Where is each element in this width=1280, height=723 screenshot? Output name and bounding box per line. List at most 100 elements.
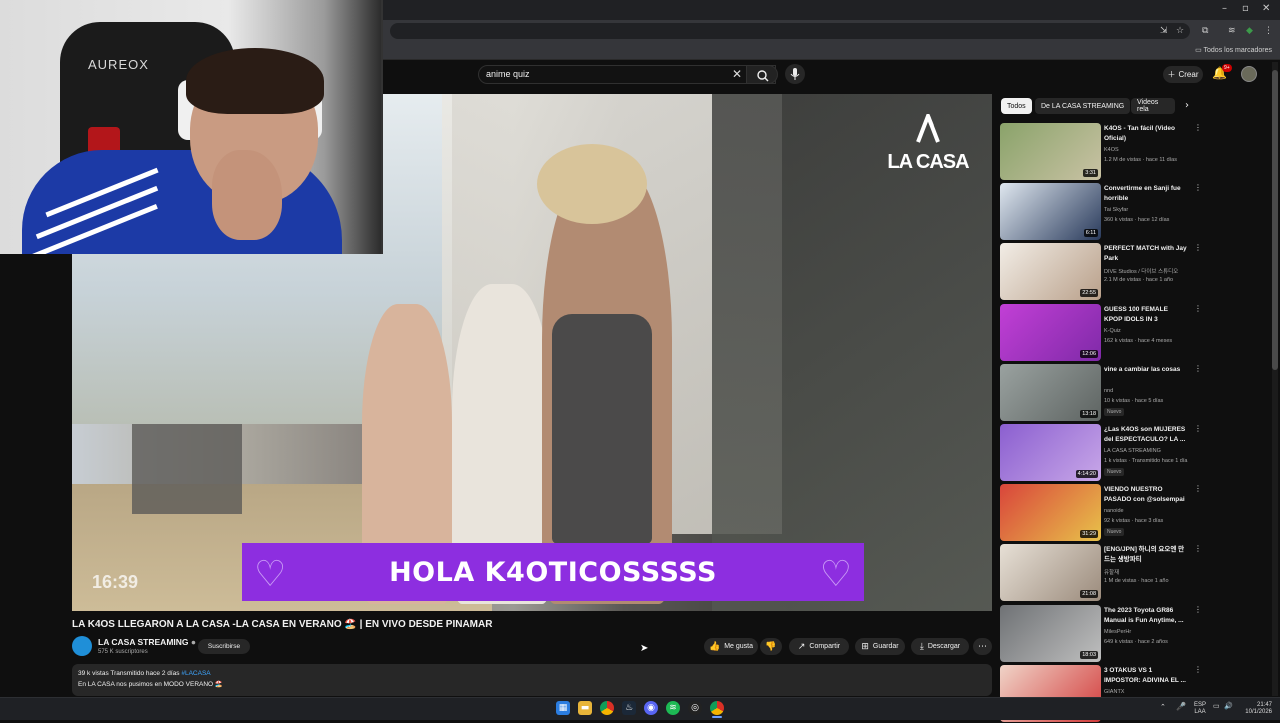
discord-icon[interactable]: ◉ [644, 701, 658, 715]
recommended-channel[interactable]: nanoide [1104, 508, 1124, 514]
more-options-icon[interactable]: ⋮ [1194, 243, 1202, 252]
la-casa-logo-text: LA CASA [887, 151, 969, 173]
recommended-title[interactable]: PERFECT MATCH with Jay Park [1104, 244, 1188, 264]
tray-overflow-icon[interactable]: ⌃ [1160, 704, 1166, 711]
recommended-title[interactable]: 3 OTAKUS VS 1 IMPOSTOR: ADIVINA EL ... [1104, 666, 1188, 686]
recommended-channel[interactable]: 유할재 [1104, 568, 1119, 576]
more-options-icon[interactable]: ⋮ [1194, 665, 1202, 674]
recommended-video[interactable]: 21:08 [ENG/JPN] 하니의 요오엔 만드는 생방파티 유할재 1 M de… [1000, 544, 1210, 602]
all-bookmarks-link[interactable]: ▭ Todos los marcadores [1195, 46, 1272, 54]
recommended-meta: 360 k vistas · hace 12 días [1104, 217, 1170, 224]
more-options-icon[interactable]: ⋮ [1194, 424, 1202, 433]
clear-search-icon[interactable]: ✕ [732, 67, 742, 81]
more-options-icon[interactable]: ⋮ [1194, 544, 1202, 553]
recommended-title[interactable]: K4OS - Tan fácil (Video Oficial) [1104, 124, 1188, 144]
more-actions-button[interactable]: ⋯ [973, 638, 992, 655]
recommended-title[interactable]: [ENG/JPN] 하니의 요오엔 만드는 생방파티 [1104, 545, 1188, 565]
like-button[interactable]: 👍 Me gusta [704, 638, 758, 655]
stream-timer: 16:39 [92, 572, 139, 592]
recommended-video[interactable]: 13:18 vine a cambiar las cosas nnd 10 k vis… [1000, 363, 1210, 422]
recommended-video[interactable]: 6:11 Convertirme en Sanji fue horrible Tai… [1000, 183, 1210, 241]
recommended-title[interactable]: vine a cambiar las cosas [1104, 365, 1188, 375]
download-button[interactable]: ⤓ Descargar [911, 638, 969, 655]
share-button[interactable]: ↗ Compartir [789, 638, 849, 655]
recommended-channel[interactable]: DIVE Studios / 다이브 스튜디오 [1104, 267, 1178, 275]
more-options-icon[interactable]: ⋮ [1194, 364, 1202, 373]
recommended-channel[interactable]: Tai Skyfar [1104, 207, 1128, 213]
steam-icon[interactable]: ♨ [622, 701, 636, 715]
browser-menu-icon[interactable]: ⋮ [1264, 26, 1273, 36]
video-thumbnail[interactable]: 12:06 [1000, 303, 1101, 361]
recommended-video[interactable]: 12:06 GUESS 100 FEMALE KPOP IDOLS IN 3 SE… [1000, 303, 1210, 362]
recommended-channel[interactable]: GIANTX [1104, 689, 1124, 695]
video-thumbnail[interactable]: 21:08 [1000, 544, 1101, 602]
spotify-icon[interactable]: ≋ [666, 701, 680, 715]
obs-icon[interactable]: ◎ [688, 701, 702, 715]
channel-name[interactable]: LA CASA STREAMING ● [98, 637, 196, 647]
maximize-icon[interactable]: ▫ [1242, 3, 1249, 14]
video-thumbnail[interactable]: 18:03 [1000, 604, 1101, 662]
more-options-icon[interactable]: ⋮ [1194, 123, 1202, 132]
bookmark-star-icon[interactable]: ☆ [1176, 26, 1184, 36]
recommended-title[interactable]: Convertirme en Sanji fue horrible [1104, 184, 1188, 204]
language-indicator[interactable]: ESP LAA [1194, 702, 1206, 716]
recommended-channel[interactable]: K-Quiz [1104, 328, 1121, 334]
recommended-video[interactable]: 31:29 VIENDO NUESTRO PASADO con @solsempa… [1000, 484, 1210, 542]
recommended-channel[interactable]: nnd [1104, 388, 1113, 394]
recommended-title[interactable]: VIENDO NUESTRO PASADO con @solsempai [1104, 485, 1188, 505]
search-input[interactable]: anime quiz [486, 69, 530, 79]
recommended-video[interactable]: 22:55 PERFECT MATCH with Jay Park DIVE Stu… [1000, 243, 1210, 301]
description-hashtag[interactable]: #LACASA [181, 670, 210, 677]
video-thumbnail[interactable]: 6:11 [1000, 183, 1101, 241]
recommended-channel[interactable]: MilesPerHr [1104, 629, 1131, 635]
save-button[interactable]: ⊞ Guardar [855, 638, 905, 655]
start-icon[interactable]: ▦ [556, 701, 570, 715]
video-thumbnail[interactable]: 3:31 [1000, 123, 1101, 180]
more-options-icon[interactable]: ⋮ [1194, 183, 1202, 192]
recommended-title[interactable]: GUESS 100 FEMALE KPOP IDOLS IN 3 SECONDS… [1104, 305, 1188, 325]
more-options-icon[interactable]: ⋮ [1194, 605, 1202, 614]
volume-icon[interactable]: 🔊 [1224, 703, 1233, 710]
chrome-active-icon[interactable] [710, 701, 724, 715]
recommended-video[interactable]: 3:31 K4OS - Tan fácil (Video Oficial) K4OS… [1000, 123, 1210, 181]
channel-avatar[interactable] [72, 636, 92, 656]
file-explorer-icon[interactable]: ▬ [578, 701, 592, 715]
recommended-channel[interactable]: LA CASA STREAMING [1104, 448, 1161, 454]
more-options-icon[interactable]: ⋮ [1194, 304, 1202, 313]
recommended-title[interactable]: The 2023 Toyota GR86 Manual is Fun Anyti… [1104, 606, 1188, 626]
chevron-right-icon[interactable]: › [1185, 100, 1189, 111]
video-thumbnail[interactable]: 4:14:20 [1000, 424, 1101, 481]
chip-all[interactable]: Todos [1001, 98, 1032, 114]
extensions-icon[interactable]: ⧉ [1202, 26, 1208, 36]
close-window-icon[interactable]: ✕ [1262, 3, 1270, 14]
video-thumbnail[interactable]: 31:29 [1000, 484, 1101, 542]
network-icon[interactable]: ▭ [1213, 703, 1220, 710]
video-thumbnail[interactable]: 22:55 [1000, 243, 1101, 301]
minimize-icon[interactable]: – [1222, 3, 1227, 14]
voice-search-button[interactable] [785, 64, 805, 84]
mouse-cursor-icon: ➤ [640, 643, 649, 654]
new-badge: Nuevo [1104, 528, 1125, 537]
create-button[interactable]: ＋ Crear [1163, 66, 1203, 83]
recommended-title[interactable]: ¿Las K4OS son MUJERES del ESPECTACULO? L… [1104, 425, 1188, 445]
scrollbar-thumb[interactable] [1272, 70, 1278, 370]
video-thumbnail[interactable]: 13:18 [1000, 363, 1101, 421]
chip-channel[interactable]: De LA CASA STREAMING [1035, 98, 1131, 114]
microphone-tray-icon[interactable]: 🎤 [1176, 703, 1186, 711]
chip-related[interactable]: Videos rela [1131, 98, 1175, 114]
more-options-icon[interactable]: ⋮ [1194, 484, 1202, 493]
account-avatar[interactable] [1241, 66, 1257, 82]
shield-icon[interactable]: ◆ [1246, 26, 1253, 36]
search-button[interactable] [746, 65, 778, 84]
install-icon[interactable]: ⇲ [1160, 26, 1168, 36]
url-field[interactable] [390, 23, 1190, 39]
video-tank-top [552, 314, 652, 544]
clock[interactable]: 21:47 10/1/2026 [1240, 702, 1272, 716]
dislike-button[interactable]: 👎 [760, 638, 782, 655]
subscribe-button[interactable]: Suscribirse [198, 639, 250, 654]
recommended-video[interactable]: 18:03 The 2023 Toyota GR86 Manual is Fun … [1000, 604, 1210, 663]
recommended-channel[interactable]: K4OS [1104, 147, 1119, 153]
cast-icon[interactable]: ≋ [1228, 26, 1236, 36]
recommended-video[interactable]: 4:14:20 ¿Las K4OS son MUJERES del ESPECTA… [1000, 424, 1210, 482]
chrome-icon[interactable] [600, 701, 614, 715]
